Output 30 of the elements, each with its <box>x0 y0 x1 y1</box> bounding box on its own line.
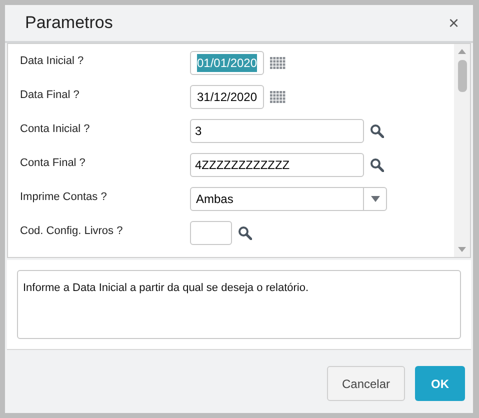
input-field[interactable] <box>190 221 232 245</box>
help-text: Informe a Data Inicial a partir da qual se deseja o relatório. <box>23 282 309 294</box>
field-value: 3 <box>195 123 202 140</box>
parameter-label: Data Final ? <box>20 88 80 103</box>
field-value: 01/01/2020 <box>196 54 258 72</box>
dropdown[interactable]: Ambas <box>190 187 387 211</box>
scrollbar[interactable] <box>454 44 470 257</box>
scroll-thumb[interactable] <box>458 60 466 92</box>
calendar-icon[interactable] <box>270 90 286 104</box>
caret-icon <box>370 196 380 202</box>
field-value: 31/12/2020 <box>196 89 258 106</box>
close-button[interactable]: × <box>448 14 459 32</box>
parameter-label: Cod. Config. Livros ? <box>20 224 124 239</box>
date-field[interactable]: 31/12/2020 <box>190 85 264 109</box>
field-value: 4ZZZZZZZZZZZZ <box>195 157 290 174</box>
dialog-title: Parametros <box>25 12 113 34</box>
scroll-down-icon[interactable] <box>458 247 466 252</box>
field-value: Ambas <box>196 192 234 206</box>
calendar-icon[interactable] <box>270 56 286 70</box>
search-icon[interactable] <box>370 158 384 172</box>
parameter-label: Data Inicial ? <box>20 54 85 69</box>
search-icon[interactable] <box>238 226 252 240</box>
search-icon[interactable] <box>370 124 384 138</box>
parameter-label: Imprime Contas ? <box>20 190 108 205</box>
cancel-button[interactable]: Cancelar <box>327 366 405 401</box>
parameter-label: Conta Inicial ? <box>20 122 91 137</box>
parameter-label: Conta Final ? <box>20 156 86 171</box>
input-field[interactable]: 4ZZZZZZZZZZZZ <box>190 153 364 177</box>
scroll-up-icon[interactable] <box>458 49 466 54</box>
input-field[interactable]: 3 <box>190 119 364 143</box>
